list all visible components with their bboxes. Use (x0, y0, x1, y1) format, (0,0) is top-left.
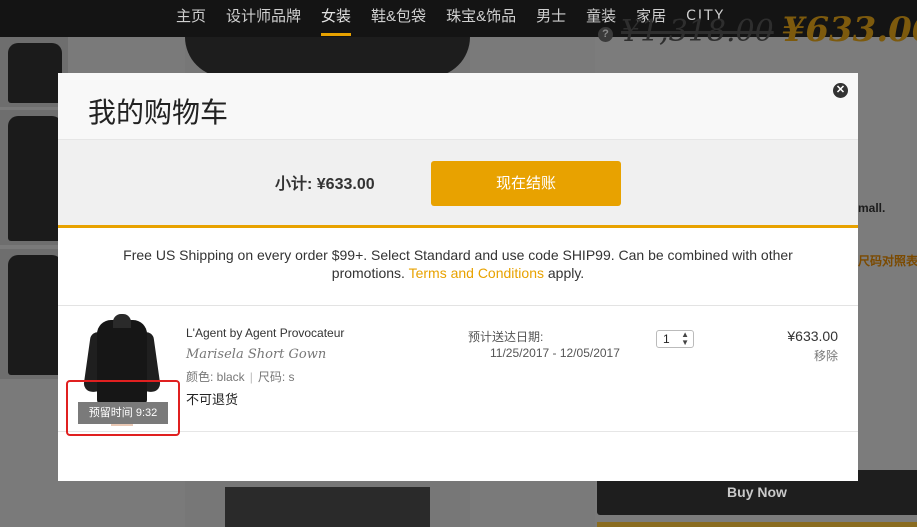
size-chart-link[interactable]: 尺码对照表 (858, 252, 917, 269)
nav-item-men[interactable]: 男士 (526, 0, 576, 37)
promo-text-after: apply. (547, 265, 585, 281)
nav-item-designers[interactable]: 设计师品牌 (216, 0, 311, 37)
remove-link[interactable]: 移除 (814, 347, 838, 364)
nav-item-home[interactable]: 主页 (176, 0, 216, 37)
product-attributes: 颜色: black | 尺码: s (186, 370, 295, 384)
cart-item: 预留时间 9:32 L'Agent by Agent Provocateur M… (58, 306, 858, 436)
delivery-label: 预计送达日期: (468, 330, 544, 344)
modal-header: 我的购物车 ✕ (58, 73, 858, 140)
terms-link[interactable]: Terms and Conditions (409, 265, 544, 281)
close-icon[interactable]: ✕ (833, 83, 848, 98)
cart-modal: 我的购物车 ✕ 小计: ¥633.00 现在结账 Free US Shippin… (58, 73, 858, 481)
stepper-icon: ▲ ▼ (681, 330, 689, 347)
non-returnable-label: 不可退货 (186, 392, 239, 407)
delivery-dates: 11/25/2017 - 12/05/2017 (490, 346, 620, 360)
background-text-fragment: mall. (858, 201, 886, 215)
nav-item-shoes-bags[interactable]: 鞋&包袋 (361, 0, 436, 37)
background-strip (597, 522, 917, 527)
checkout-button[interactable]: 现在结账 (431, 161, 621, 206)
modal-title: 我的购物车 (88, 97, 229, 128)
line-price: ¥633.00 (787, 328, 838, 344)
sale-price: ¥633.00 (781, 10, 917, 50)
subtotal: 小计: ¥633.00 (275, 176, 375, 193)
quantity-value: 1 (663, 332, 670, 346)
product-name[interactable]: Marisela Short Gown (186, 347, 326, 362)
product-brand[interactable]: L'Agent by Agent Provocateur (186, 326, 344, 340)
help-icon[interactable]: ? (598, 27, 613, 42)
highlight-annotation (66, 380, 180, 436)
color-attribute: 颜色: black (186, 370, 245, 384)
original-price: ¥1,318.00 (621, 14, 774, 49)
nav-item-jewelry[interactable]: 珠宝&饰品 (436, 0, 526, 37)
quantity-select[interactable]: 1 ▲ ▼ (656, 330, 694, 348)
shipping-promo: Free US Shipping on every order $99+. Se… (58, 228, 858, 306)
nav-item-women[interactable]: 女装 (311, 0, 361, 37)
size-attribute: 尺码: s (257, 370, 295, 384)
cart-summary: 小计: ¥633.00 现在结账 (58, 140, 858, 228)
price-area: ? ¥1,318.00 ¥633.00 (598, 10, 917, 50)
